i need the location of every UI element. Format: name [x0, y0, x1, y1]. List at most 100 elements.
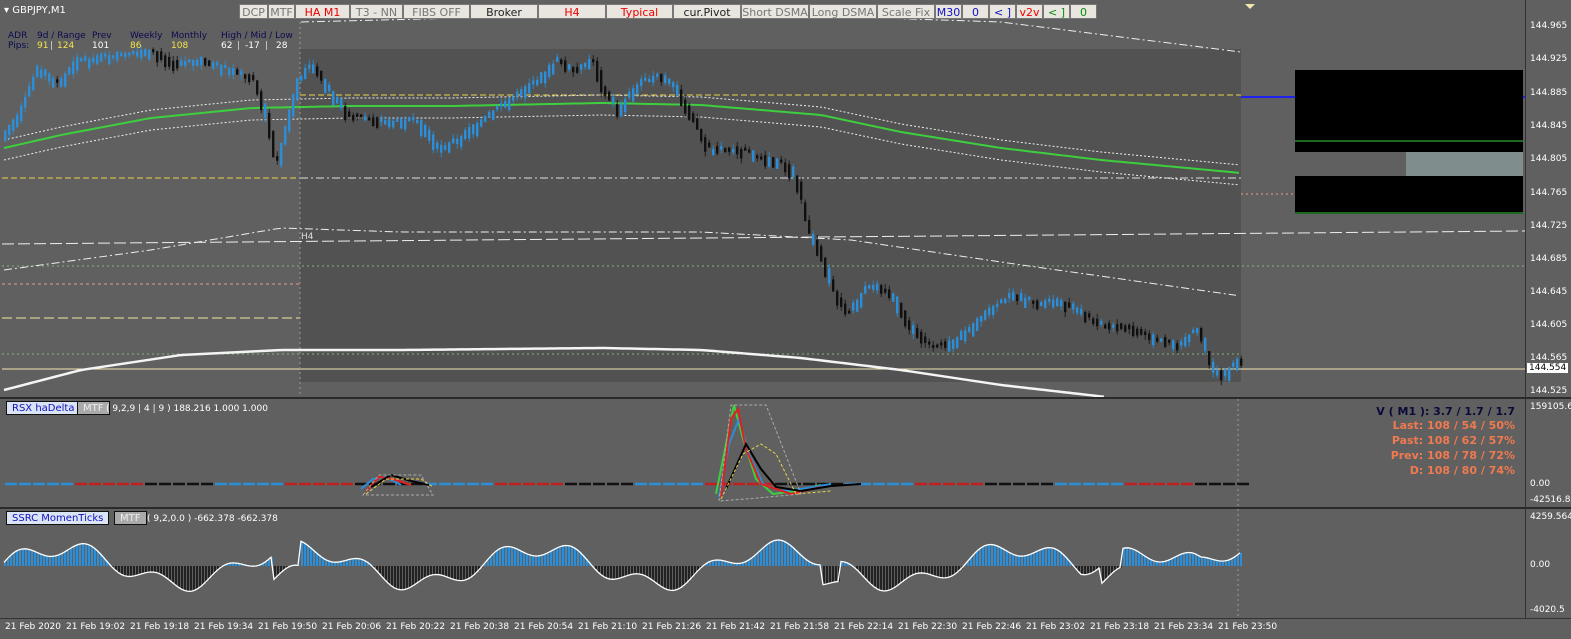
histogram-bar	[979, 549, 981, 566]
toolbar-button-dcp[interactable]: DCP	[239, 4, 268, 19]
price-scale[interactable]: 144.965 144.925 144.885 144.845 144.805 …	[1525, 0, 1571, 397]
histogram-bar	[163, 566, 165, 576]
histogram-bar	[1039, 550, 1041, 566]
histogram-bar	[898, 566, 900, 585]
histogram-bar	[1078, 566, 1080, 571]
stat-prev: Prev: 108 / 78 / 72%	[1391, 449, 1515, 462]
histogram-bar	[1195, 554, 1197, 566]
histogram-bar	[925, 566, 927, 573]
indicator-mtf-rsx[interactable]: MTF	[77, 401, 110, 415]
histogram-bar	[1165, 561, 1167, 566]
histogram-bar	[748, 560, 750, 566]
time-tick: 21 Feb 19:34	[194, 622, 253, 632]
histogram-bar	[409, 566, 411, 588]
histogram-bar	[562, 546, 564, 566]
histogram-bar	[151, 566, 153, 572]
toolbar-button-broker[interactable]: Broker	[470, 4, 538, 19]
toolbar-button-zero-b[interactable]: 0	[1070, 4, 1097, 19]
indicator-pane-ssrc[interactable]: SSRC MomenTicks MTF ( 9,2,0.0 ) -662.378…	[1, 509, 1525, 618]
histogram-bar	[625, 566, 627, 576]
histogram-bar	[166, 566, 168, 578]
histogram-bar	[196, 566, 198, 590]
rsx-scale-zero: 0.00	[1530, 479, 1550, 489]
toolbar-button-m30[interactable]: M30	[935, 4, 962, 19]
histogram-bar	[76, 545, 78, 566]
stat-last: Last: 108 / 54 / 50%	[1393, 419, 1515, 432]
histogram-bar	[715, 560, 717, 566]
histogram-bar	[889, 566, 891, 590]
time-tick: 21 Feb 21:10	[578, 622, 637, 632]
toolbar-button-scale-fix[interactable]: Scale Fix	[877, 4, 935, 19]
toolbar-button-short-dsma[interactable]: Short DSMA	[741, 4, 809, 19]
toolbar-button-fibs[interactable]: FIBS OFF	[403, 4, 470, 19]
price-chart[interactable]	[1, 0, 1525, 397]
indicator-pane-rsx[interactable]: RSX haDelta MTF ( 9,2,9 | 4 | 9 ) 188.21…	[1, 399, 1525, 507]
histogram-bar	[1006, 551, 1008, 566]
adr-mid-value: -17	[245, 41, 260, 51]
indicator-mtf-ssrc[interactable]: MTF	[114, 511, 147, 525]
toolbar-button-zero-a[interactable]: 0	[962, 4, 989, 19]
histogram-bar	[655, 566, 657, 582]
toolbar-button-ha-m1[interactable]: HA M1	[295, 4, 350, 19]
indicator-name-ssrc[interactable]: SSRC MomenTicks	[6, 511, 109, 525]
histogram-bar	[682, 566, 684, 587]
histogram-bar	[1129, 548, 1131, 566]
histogram-bar	[64, 552, 66, 566]
histogram-bar	[61, 554, 63, 566]
histogram-bar	[769, 543, 771, 566]
histogram-bar	[892, 566, 894, 589]
histogram-bar	[433, 566, 435, 575]
histogram-bar	[829, 566, 831, 583]
histogram-bar	[757, 553, 759, 566]
histogram-bar	[778, 540, 780, 566]
rsx-chart[interactable]	[1, 399, 1525, 507]
toolbar-button-mtf[interactable]: MTF	[268, 4, 295, 19]
histogram-bar	[643, 566, 645, 575]
adr-header-adr: ADR	[8, 31, 27, 41]
toolbar-button-v2v[interactable]: v2v	[1016, 4, 1043, 19]
indicator-name-rsx[interactable]: RSX haDelta	[6, 401, 80, 415]
histogram-bar	[355, 558, 357, 566]
toolbar-button-long-dsma[interactable]: Long DSMA	[809, 4, 877, 19]
histogram-bar	[304, 543, 306, 566]
histogram-bar	[613, 566, 615, 579]
histogram-bar	[1162, 562, 1164, 566]
time-tick: 21 Feb 23:18	[1090, 622, 1149, 632]
histogram-bar	[502, 548, 504, 566]
histogram-bar	[619, 566, 621, 578]
histogram-bar	[37, 552, 39, 566]
histogram-bar	[1021, 556, 1023, 566]
main-chart-pane[interactable]: ▾ GBPJPY,M1 ADR 9d / Range Prev Weekly M…	[1, 0, 1525, 397]
chart-menu-icon[interactable]: ▾	[4, 5, 12, 16]
toolbar-button-t3[interactable]: T3 - NN	[350, 4, 403, 19]
histogram-bar	[313, 550, 315, 566]
toolbar-button-typical[interactable]: Typical	[606, 4, 673, 19]
ssrc-scale[interactable]: 4259.564 0.00 -4020.5	[1525, 509, 1571, 618]
histogram-bar	[988, 545, 990, 566]
histogram-bar	[412, 566, 414, 586]
price-tick: 144.685	[1530, 254, 1567, 264]
histogram-bar	[13, 553, 15, 566]
toolbar-button-h4[interactable]: H4	[538, 4, 606, 19]
histogram-bar	[526, 553, 528, 566]
histogram-bar	[946, 566, 948, 578]
histogram-bar	[139, 566, 141, 575]
histogram-bar	[634, 566, 636, 574]
histogram-bar	[763, 548, 765, 566]
histogram-bar	[508, 547, 510, 566]
histogram-bar	[448, 566, 450, 577]
rsx-scale[interactable]: 159105.6 0.00 -42516.84	[1525, 399, 1571, 507]
ssrc-chart[interactable]	[1, 509, 1525, 618]
histogram-bar	[571, 546, 573, 566]
histogram-bar	[775, 540, 777, 566]
toolbar-button-back-a[interactable]: < ]	[989, 4, 1016, 19]
toolbar-button-cur-pivot[interactable]: cur.Pivot	[673, 4, 741, 19]
histogram-bar	[1207, 558, 1209, 566]
toolbar-button-back-b[interactable]: < ]	[1043, 4, 1070, 19]
histogram-bar	[1174, 558, 1176, 566]
histogram-bar	[601, 566, 603, 575]
histogram-bar	[667, 566, 669, 589]
adr-header-prev: Prev	[92, 31, 112, 41]
adr-low-value: 28	[276, 41, 287, 51]
histogram-bar	[406, 566, 408, 589]
